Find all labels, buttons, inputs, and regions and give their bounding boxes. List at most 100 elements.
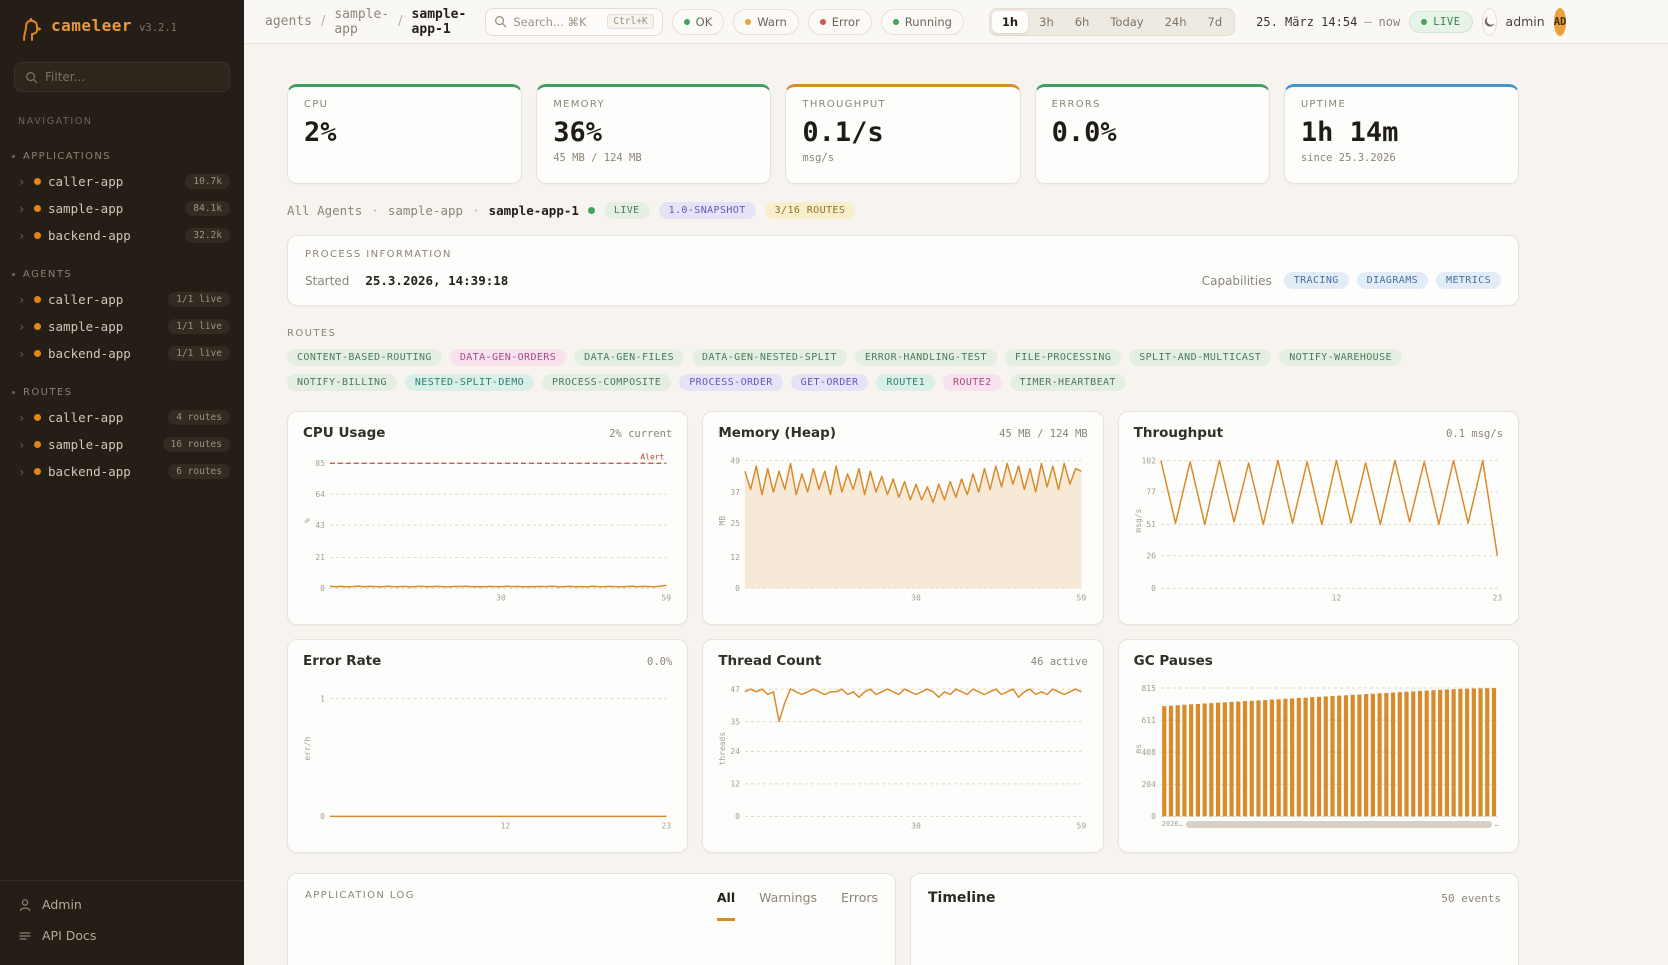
time-range-1h[interactable]: 1h	[992, 11, 1028, 33]
date-range-display[interactable]: 25. März 14:54 — now	[1256, 15, 1400, 29]
sidebar-item-admin[interactable]: Admin	[0, 889, 244, 920]
time-range-7d[interactable]: 7d	[1198, 11, 1233, 33]
app-name: cameleer	[51, 16, 132, 35]
app-version: v3.2.1	[139, 22, 177, 34]
section-bullet-icon	[12, 273, 15, 276]
camel-logo-icon	[18, 16, 44, 42]
tab-all[interactable]: All	[717, 890, 735, 921]
sidebar-item-applications-caller-app[interactable]: ›caller-app10.7k	[0, 168, 244, 195]
agent-status-dot	[34, 323, 41, 330]
memory-heap-chart: 0122537493059MB	[718, 445, 1087, 604]
stat-sub: since 25.3.2026	[1301, 152, 1502, 164]
sidebar-item-agents-sample-app[interactable]: ›sample-app1/1 live	[0, 313, 244, 340]
application-log-panel: APPLICATION LOG All Warnings Errors	[287, 873, 896, 965]
route-badge-process-order[interactable]: PROCESS-ORDER	[679, 374, 782, 391]
svg-text:msg/s: msg/s	[1134, 509, 1143, 533]
chart-card-cpu-usage: CPU Usage2% current 0214364853059%Alert	[287, 411, 688, 625]
agent-crumb-app[interactable]: sample-app	[388, 203, 463, 218]
status-dot-error	[820, 19, 826, 25]
dark-mode-toggle[interactable]	[1482, 8, 1497, 36]
moon-icon	[1483, 15, 1496, 28]
svg-text:815: 815	[1141, 684, 1156, 693]
time-range-6h[interactable]: 6h	[1065, 11, 1100, 33]
route-badge-data-gen-orders[interactable]: DATA-GEN-ORDERS	[450, 349, 566, 366]
agent-crumb-separator: ·	[472, 203, 480, 218]
route-badge-process-composite[interactable]: PROCESS-COMPOSITE	[542, 374, 671, 391]
sidebar-filter	[14, 62, 230, 92]
route-badge-split-and-multicast[interactable]: SPLIT-AND-MULTICAST	[1129, 349, 1271, 366]
sidebar-item-agents-backend-app[interactable]: ›backend-app1/1 live	[0, 340, 244, 367]
route-badge-route2[interactable]: ROUTE2	[943, 374, 1002, 391]
stat-value: 36%	[553, 117, 754, 148]
route-badge-route1[interactable]: ROUTE1	[876, 374, 935, 391]
svg-text:408: 408	[1141, 748, 1156, 757]
svg-text:12: 12	[1331, 593, 1341, 602]
route-badge-error-handling-test[interactable]: ERROR-HANDLING-TEST	[855, 349, 997, 366]
filter-label: Error	[832, 15, 860, 29]
capabilities-label: Capabilities	[1202, 274, 1272, 288]
sidebar-item-badge: 84.1k	[185, 201, 230, 216]
sidebar-item-api-docs[interactable]: API Docs	[0, 920, 244, 951]
breadcrumb-sample-app[interactable]: sample-app	[334, 7, 389, 37]
time-range-3h[interactable]: 3h	[1029, 11, 1064, 33]
search-input[interactable]	[513, 15, 601, 29]
sidebar-item-routes-sample-app[interactable]: ›sample-app16 routes	[0, 431, 244, 458]
filter-warn[interactable]: Warn	[733, 9, 799, 35]
sidebar-item-routes-caller-app[interactable]: ›caller-app4 routes	[0, 404, 244, 431]
agent-crumb-instance: sample-app-1	[489, 203, 579, 218]
route-badge-nested-split-demo[interactable]: NESTED-SPLIT-DEMO	[405, 374, 534, 391]
svg-text:43: 43	[315, 521, 325, 530]
gc-axis-note-left: 2026…	[1162, 820, 1183, 828]
breadcrumb-agents[interactable]: agents	[265, 14, 312, 29]
route-badge-content-based-routing[interactable]: CONTENT-BASED-ROUTING	[287, 349, 442, 366]
search-icon	[494, 15, 507, 28]
sidebar-item-label: sample-app	[48, 319, 123, 334]
badge-live: LIVE	[604, 202, 650, 219]
svg-text:23: 23	[1492, 593, 1502, 602]
live-indicator[interactable]: LIVE	[1409, 11, 1472, 33]
route-badge-notify-warehouse[interactable]: NOTIFY-WAREHOUSE	[1279, 349, 1402, 366]
horizontal-scrollbar[interactable]	[1186, 821, 1492, 828]
search-icon	[25, 71, 38, 84]
agent-status-dot	[34, 350, 41, 357]
filter-ok[interactable]: OK	[672, 9, 725, 35]
route-badge-file-processing[interactable]: FILE-PROCESSING	[1005, 349, 1121, 366]
datetime-now: now	[1379, 15, 1401, 29]
route-badge-data-gen-nested-split[interactable]: DATA-GEN-NESTED-SPLIT	[692, 349, 847, 366]
filter-running[interactable]: Running	[881, 9, 964, 35]
breadcrumb-separator: /	[398, 14, 402, 29]
avatar[interactable]: AD	[1554, 8, 1567, 36]
badge-version: 1.0-SNAPSHOT	[659, 202, 756, 219]
sidebar-item-applications-sample-app[interactable]: ›sample-app84.1k	[0, 195, 244, 222]
live-label: LIVE	[1433, 16, 1460, 28]
search-shortcut-hint: Ctrl+K	[607, 14, 653, 29]
sidebar-item-agents-caller-app[interactable]: ›caller-app1/1 live	[0, 286, 244, 313]
tab-errors[interactable]: Errors	[841, 890, 878, 921]
chart-title: Memory (Heap)	[718, 425, 836, 441]
stat-label: MEMORY	[553, 99, 754, 110]
tab-warnings[interactable]: Warnings	[759, 890, 817, 921]
capability-metrics: METRICS	[1436, 272, 1501, 289]
agent-crumb-all[interactable]: All Agents	[287, 203, 362, 218]
route-badge-data-gen-files[interactable]: DATA-GEN-FILES	[574, 349, 684, 366]
svg-text:47: 47	[731, 685, 741, 694]
sidebar-filter-input[interactable]	[45, 70, 219, 84]
route-badge-notify-billing[interactable]: NOTIFY-BILLING	[287, 374, 397, 391]
sidebar-item-badge: 1/1 live	[168, 319, 230, 334]
sidebar-item-applications-backend-app[interactable]: ›backend-app32.2k	[0, 222, 244, 249]
sidebar-item-routes-backend-app[interactable]: ›backend-app6 routes	[0, 458, 244, 485]
route-badge-get-order[interactable]: GET-ORDER	[791, 374, 869, 391]
chevron-right-icon: ›	[18, 466, 27, 478]
chevron-right-icon: ›	[18, 412, 27, 424]
filter-error[interactable]: Error	[808, 9, 872, 35]
svg-text:0: 0	[735, 812, 740, 821]
time-range-selector: 1h 3h 6h Today 24h 7d	[989, 8, 1235, 36]
charts-grid: CPU Usage2% current 0214364853059%Alert …	[287, 411, 1519, 853]
svg-text:77: 77	[1146, 488, 1156, 497]
sidebar-item-label: caller-app	[48, 410, 123, 425]
route-badge-timer-heartbeat[interactable]: TIMER-HEARTBEAT	[1010, 374, 1126, 391]
time-range-24h[interactable]: 24h	[1155, 11, 1197, 33]
svg-text:25: 25	[731, 519, 741, 528]
svg-text:err/h: err/h	[303, 736, 312, 760]
time-range-today[interactable]: Today	[1100, 11, 1153, 33]
